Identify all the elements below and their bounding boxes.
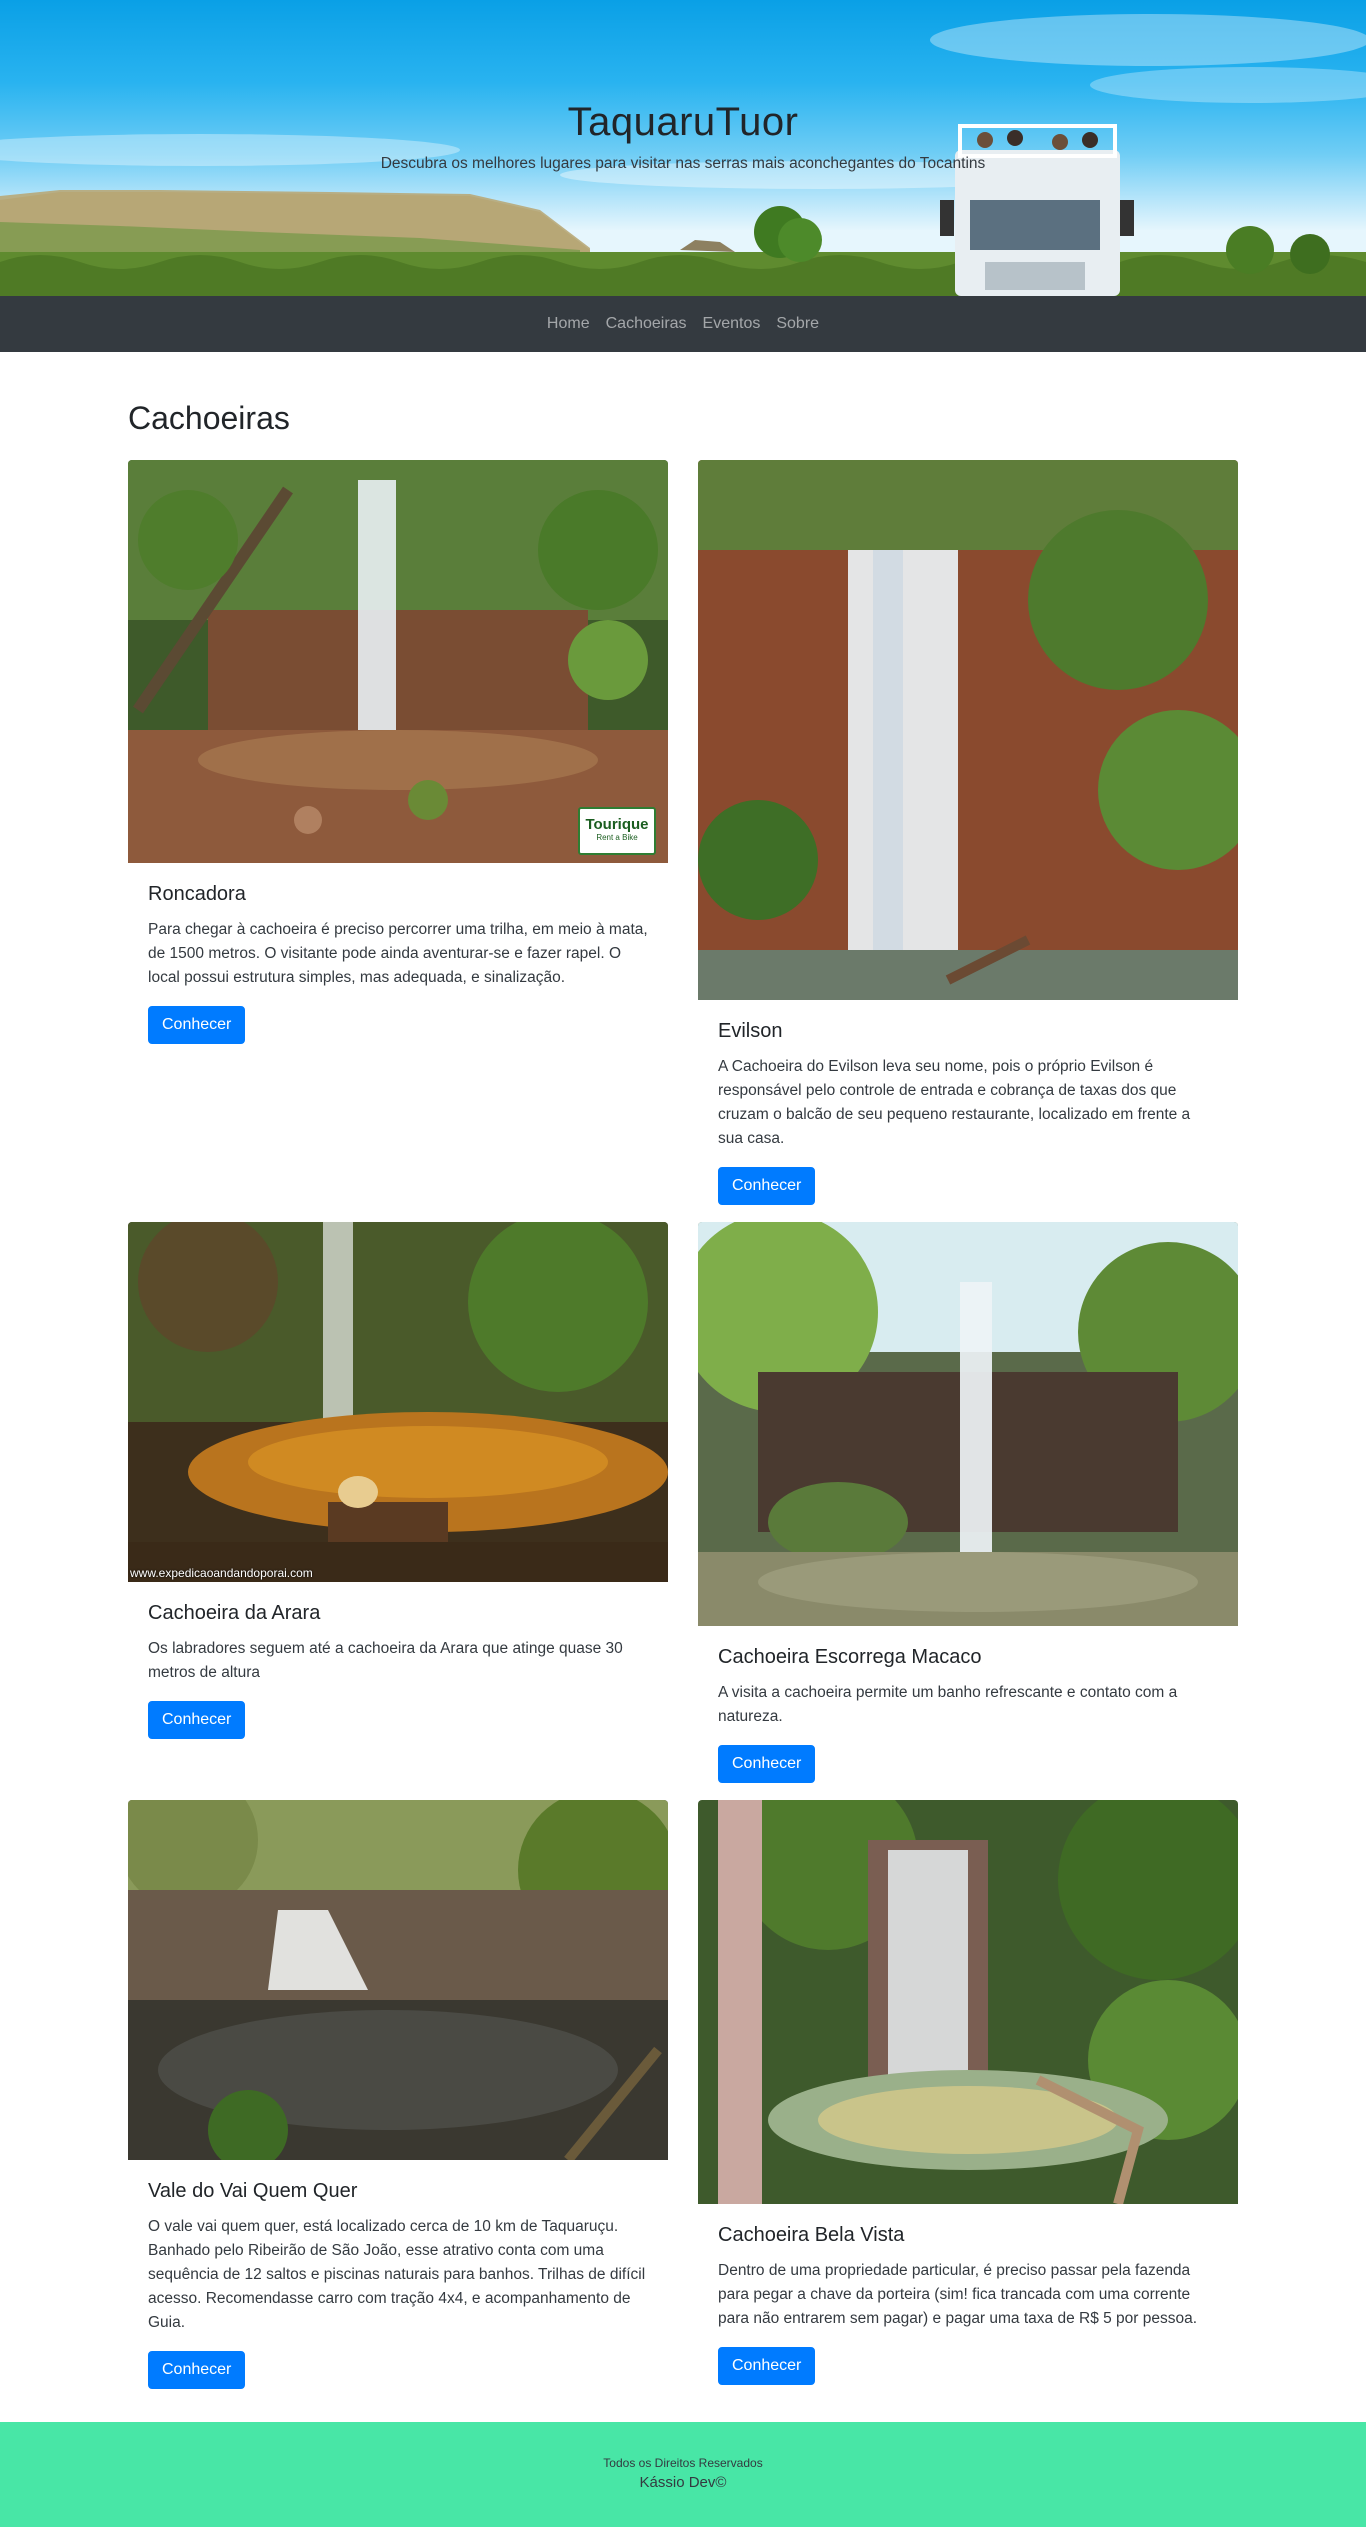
card-title: Roncadora: [148, 883, 246, 905]
hero-text: TaquaruTuor Descubra os melhores lugares…: [0, 100, 1366, 173]
card-image-roncadora: Tourique Rent a Bike: [128, 460, 668, 863]
card-cachoeira-da-arara: www.expedicaoandandoporai.com Cachoeira …: [128, 1222, 668, 1759]
site-footer: Todos os Direitos Reservados Kássio Dev©: [0, 2422, 1366, 2527]
card-text: Para chegar à cachoeira é preciso percor…: [148, 921, 648, 986]
card-title: Vale do Vai Quem Quer: [148, 2180, 358, 2202]
footer-author: Kássio Dev©: [639, 2474, 727, 2491]
card-body: Vale do Vai Quem Quer O vale vai quem qu…: [128, 2160, 668, 2409]
card-title: Cachoeira Escorrega Macaco: [718, 1646, 982, 1668]
card-text: Dentro de uma propriedade particular, é …: [718, 2262, 1198, 2327]
card-text: Os labradores seguem até a cachoeira da …: [148, 1640, 623, 1681]
card-text: A visita a cachoeira permite um banho re…: [718, 1684, 1178, 1725]
image-watermark: www.expedicaoandandoporai.com: [130, 1566, 313, 1580]
nav-home[interactable]: Home: [539, 307, 598, 341]
conhecer-button-cachoeira-bela-vista[interactable]: Conhecer: [718, 2347, 816, 2385]
card-title: Cachoeira Bela Vista: [718, 2224, 905, 2246]
card-body: Cachoeira Bela Vista Dentro de uma propr…: [698, 2204, 1238, 2405]
section-title: Cachoeiras: [128, 400, 290, 436]
card-image-evilson: [698, 460, 1238, 1000]
card-body: Cachoeira Escorrega Macaco A visita a ca…: [698, 1626, 1238, 1803]
nav-cachoeiras[interactable]: Cachoeiras: [598, 307, 695, 341]
conhecer-button-evilson[interactable]: Conhecer: [718, 1167, 816, 1205]
conhecer-button-cachoeira-escorrega-macaco[interactable]: Conhecer: [718, 1745, 816, 1783]
card-image-vale-do-vai-quem-quer: [128, 1800, 668, 2160]
footer-rights: Todos os Direitos Reservados: [603, 2456, 763, 2470]
card-cachoeira-bela-vista: Cachoeira Bela Vista Dentro de uma propr…: [698, 1800, 1238, 2405]
site-title: TaquaruTuor: [567, 100, 799, 144]
card-image-cachoeira-bela-vista: [698, 1800, 1238, 2204]
card-vale-do-vai-quem-quer: Vale do Vai Quem Quer O vale vai quem qu…: [128, 1800, 668, 2409]
card-roncadora: Tourique Rent a Bike Roncadora Para cheg…: [128, 460, 668, 1064]
card-body: Roncadora Para chegar à cachoeira é prec…: [128, 863, 668, 1064]
card-body: Evilson A Cachoeira do Evilson leva seu …: [698, 1000, 1238, 1225]
main-navbar: Home Cachoeiras Eventos Sobre: [0, 296, 1366, 352]
card-image-cachoeira-escorrega-macaco: [698, 1222, 1238, 1626]
nav-sobre[interactable]: Sobre: [768, 307, 827, 341]
conhecer-button-vale-do-vai-quem-quer[interactable]: Conhecer: [148, 2351, 246, 2389]
nav-eventos[interactable]: Eventos: [695, 307, 769, 341]
card-image-cachoeira-da-arara: www.expedicaoandandoporai.com: [128, 1222, 668, 1582]
card-text: O vale vai quem quer, está localizado ce…: [148, 2218, 646, 2331]
card-title: Evilson: [718, 1020, 783, 1042]
conhecer-button-cachoeira-da-arara[interactable]: Conhecer: [148, 1701, 246, 1739]
site-subtitle: Descubra os melhores lugares para visita…: [380, 155, 986, 172]
conhecer-button-roncadora[interactable]: Conhecer: [148, 1006, 246, 1044]
hero-banner: TaquaruTuor Descubra os melhores lugares…: [0, 0, 1366, 296]
card-evilson: Evilson A Cachoeira do Evilson leva seu …: [698, 460, 1238, 1225]
card-text: A Cachoeira do Evilson leva seu nome, po…: [718, 1058, 1191, 1147]
card-cachoeira-escorrega-macaco: Cachoeira Escorrega Macaco A visita a ca…: [698, 1222, 1238, 1803]
card-title: Cachoeira da Arara: [148, 1602, 321, 1624]
card-body: Cachoeira da Arara Os labradores seguem …: [128, 1582, 668, 1759]
sponsor-logo: Tourique Rent a Bike: [578, 807, 656, 855]
